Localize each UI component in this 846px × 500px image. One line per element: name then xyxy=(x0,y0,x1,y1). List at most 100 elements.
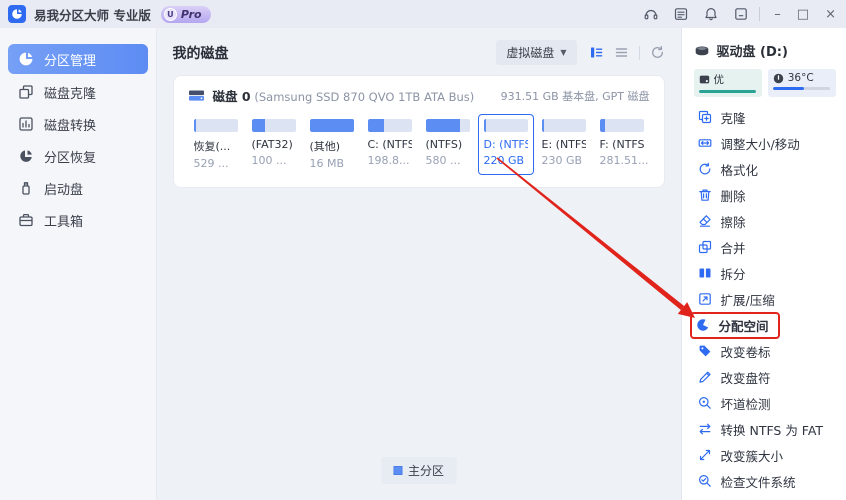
partition-usage-bar xyxy=(483,119,528,132)
menu-item-hide-partition[interactable]: 隐藏分区 xyxy=(694,494,837,500)
partition-recovery-icon xyxy=(18,148,34,164)
drive-title: 驱动盘 (D:) xyxy=(716,45,788,60)
clone-icon xyxy=(698,110,712,124)
sidebar-item-label: 工具箱 xyxy=(44,214,84,230)
close-button[interactable]: × xyxy=(825,8,836,21)
toolbox-icon xyxy=(18,212,34,228)
allocate-space-icon xyxy=(696,318,710,332)
operations-panel: 驱动盘 (D:) 优 36°C 克隆 调整大小/移动 格式化 删除 擦除 合并 … xyxy=(680,28,846,500)
extend-shrink-icon xyxy=(698,292,712,306)
cluster-size-icon xyxy=(698,448,712,462)
sidebar-item-boot-disk[interactable]: 启动盘 xyxy=(8,174,148,202)
notification-bell-icon[interactable] xyxy=(703,6,719,22)
thermometer-icon xyxy=(773,73,784,84)
partition-usage-bar xyxy=(251,119,296,132)
menu-item-merge[interactable]: 合并 xyxy=(694,234,837,260)
sidebar-item-toolbox[interactable]: 工具箱 xyxy=(8,206,148,234)
partition-block[interactable]: 恢复(... 529 ... xyxy=(188,114,244,175)
feedback-icon[interactable] xyxy=(673,6,689,22)
partition-usage-bar xyxy=(367,119,412,132)
sidebar-item-partition-management[interactable]: 分区管理 xyxy=(8,44,148,74)
page-title: 我的磁盘 xyxy=(172,45,229,62)
sidebar-item-label: 启动盘 xyxy=(44,182,84,198)
format-icon xyxy=(698,162,712,176)
convert-ntfs-icon xyxy=(698,422,712,436)
sidebar-item-label: 分区管理 xyxy=(44,53,97,69)
menu-item-change-letter[interactable]: 改变盘符 xyxy=(694,364,837,390)
menu-item-wipe[interactable]: 擦除 xyxy=(694,208,837,234)
partition-usage-bar xyxy=(193,119,238,132)
menu-item-delete[interactable]: 删除 xyxy=(694,182,837,208)
sidebar-item-disk-convert[interactable]: 磁盘转换 xyxy=(8,110,148,138)
partition-block[interactable]: C: (NTFS) 198.8... xyxy=(362,114,418,175)
partition-block[interactable]: (其他) 16 MB xyxy=(304,114,360,175)
health-status-chip: 优 xyxy=(693,69,762,97)
menu-item-format[interactable]: 格式化 xyxy=(694,156,837,182)
minimize-button[interactable]: – xyxy=(774,8,781,21)
chevron-down-icon: ▼ xyxy=(560,48,567,57)
partition-usage-bar xyxy=(599,119,644,132)
sidebar: 分区管理 磁盘克隆 磁盘转换 分区恢复 启动盘 工具箱 xyxy=(0,28,157,500)
operations-menu: 克隆 调整大小/移动 格式化 删除 擦除 合并 拆分 扩展/压缩 分配空间 改变… xyxy=(689,104,837,500)
list-view-icon[interactable] xyxy=(614,45,629,60)
menu-item-convert-ntfs-to-fat[interactable]: 转换 NTFS 为 FAT xyxy=(694,416,837,442)
resize-move-icon xyxy=(698,136,712,150)
legend-primary-partition: 主分区 xyxy=(380,457,457,484)
disk-model: (Samsung SSD 870 QVO 1TB ATA Bus) xyxy=(254,90,475,104)
partition-usage-bar xyxy=(425,119,470,132)
app-logo-icon xyxy=(8,5,26,23)
wipe-icon xyxy=(698,214,712,228)
disk-summary: 931.51 GB 基本盘, GPT 磁盘 xyxy=(500,89,650,103)
refresh-icon[interactable] xyxy=(650,45,665,60)
merge-icon xyxy=(698,240,712,254)
delete-icon xyxy=(698,188,712,202)
maximize-button[interactable]: □ xyxy=(797,8,809,21)
menu-item-extend-shrink[interactable]: 扩展/压缩 xyxy=(694,286,837,312)
boot-disk-icon xyxy=(18,180,34,196)
menu-item-allocate-space[interactable]: 分配空间 xyxy=(689,311,837,339)
pro-badge-label: Pro xyxy=(180,7,202,21)
sidebar-item-partition-recovery[interactable]: 分区恢复 xyxy=(8,142,148,170)
partition-usage-bar xyxy=(541,119,586,132)
partition-block[interactable]: (NTFS) 580 ... xyxy=(420,114,476,175)
detail-view-icon[interactable] xyxy=(589,45,604,60)
hard-disk-icon xyxy=(188,88,205,103)
sidebar-item-label: 分区恢复 xyxy=(44,150,97,166)
menu-item-change-cluster-size[interactable]: 改变簇大小 xyxy=(694,442,837,468)
disk-clone-icon xyxy=(18,84,34,100)
pie-chart-icon xyxy=(18,51,34,67)
pro-u-icon: U xyxy=(163,7,177,21)
disk-health-icon xyxy=(699,74,710,85)
menu-item-check-file-system[interactable]: 检查文件系统 xyxy=(694,468,837,494)
disk-name: 磁盘 0 xyxy=(212,89,251,104)
split-icon xyxy=(698,266,712,280)
app-title: 易我分区大师 专业版 xyxy=(34,7,151,23)
menu-item-resize-move[interactable]: 调整大小/移动 xyxy=(694,130,837,156)
menu-item-bad-sector-test[interactable]: 坏道检测 xyxy=(694,390,837,416)
headset-support-icon[interactable] xyxy=(643,6,659,22)
partition-map: 恢复(... 529 ... (FAT32) 100 ... (其他) 16 M… xyxy=(188,114,650,175)
menu-item-change-label[interactable]: 改变卷标 xyxy=(694,338,837,364)
virtual-disk-dropdown[interactable]: 虚拟磁盘 ▼ xyxy=(496,40,577,65)
temperature-label: 36°C xyxy=(787,72,814,84)
partition-block[interactable]: (FAT32) 100 ... xyxy=(246,114,302,175)
sidebar-item-disk-clone[interactable]: 磁盘克隆 xyxy=(8,78,148,106)
legend-label: 主分区 xyxy=(407,464,445,478)
partition-block[interactable]: F: (NTFS) 281.51... xyxy=(594,114,650,175)
tray-menu-icon[interactable] xyxy=(733,6,749,22)
drive-icon xyxy=(694,44,710,58)
bad-sector-icon xyxy=(698,396,712,410)
partition-block[interactable]: E: (NTFS) 230 GB xyxy=(536,114,592,175)
partition-block-selected[interactable]: D: (NTFS) 220 GB xyxy=(477,114,534,175)
legend-swatch xyxy=(392,466,402,475)
partition-usage-bar xyxy=(309,119,354,132)
titlebar: 易我分区大师 专业版 U Pro – □ × xyxy=(0,0,846,28)
menu-item-clone[interactable]: 克隆 xyxy=(694,104,837,130)
health-label: 优 xyxy=(713,74,725,86)
temperature-chip: 36°C xyxy=(767,69,836,97)
sidebar-item-label: 磁盘克隆 xyxy=(44,86,97,102)
menu-item-split[interactable]: 拆分 xyxy=(694,260,837,286)
sidebar-item-label: 磁盘转换 xyxy=(44,118,97,134)
check-file-system-icon xyxy=(698,474,712,488)
allocate-space-highlight-box: 分配空间 xyxy=(689,311,780,339)
